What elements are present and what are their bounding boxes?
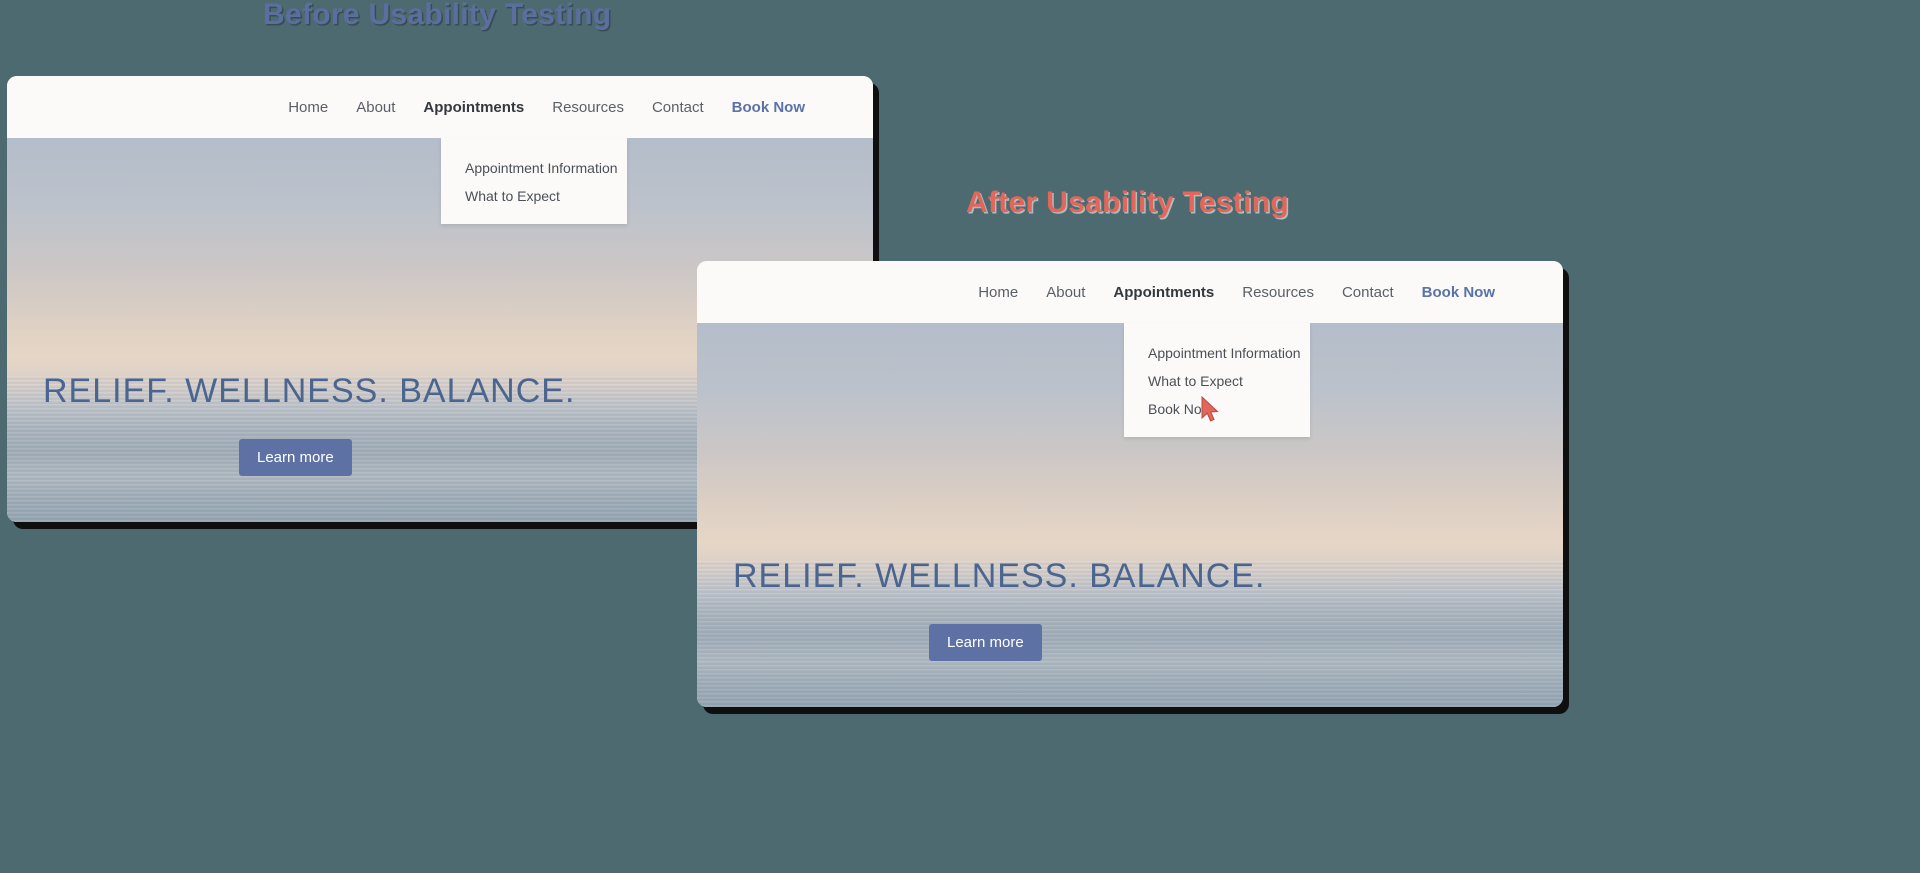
appointments-dropdown-before: Appointment Information What to Expect: [441, 138, 627, 224]
dropdown-item-appointment-information[interactable]: Appointment Information: [1124, 339, 1310, 367]
hero-content-after: RELIEF. WELLNESS. BALANCE. Learn more: [697, 557, 1563, 661]
hero-title: RELIEF. WELLNESS. BALANCE.: [43, 372, 576, 410]
nav-list-before: Home About Appointments Resources Contac…: [288, 99, 805, 116]
nav-item-contact[interactable]: Contact: [1342, 284, 1394, 301]
navbar-before: Home About Appointments Resources Contac…: [7, 76, 873, 138]
learn-more-button[interactable]: Learn more: [929, 624, 1042, 661]
nav-item-home[interactable]: Home: [288, 99, 328, 116]
hero-content-before: RELIEF. WELLNESS. BALANCE. Learn more: [7, 372, 873, 476]
dropdown-item-what-to-expect[interactable]: What to Expect: [1124, 367, 1310, 395]
dropdown-item-book-now[interactable]: Book Now: [1124, 395, 1310, 423]
nav-item-about[interactable]: About: [1046, 284, 1085, 301]
nav-item-resources[interactable]: Resources: [1242, 284, 1314, 301]
nav-list-after: Home About Appointments Resources Contac…: [978, 284, 1495, 301]
nav-item-book-now[interactable]: Book Now: [732, 99, 805, 116]
nav-item-home[interactable]: Home: [978, 284, 1018, 301]
nav-item-appointments[interactable]: Appointments: [423, 99, 524, 116]
nav-item-about[interactable]: About: [356, 99, 395, 116]
browser-window-after: Home About Appointments Resources Contac…: [697, 261, 1563, 707]
learn-more-button[interactable]: Learn more: [239, 439, 352, 476]
nav-item-contact[interactable]: Contact: [652, 99, 704, 116]
caption-before-usability-testing: Before Usability Testing: [263, 0, 612, 31]
nav-item-book-now[interactable]: Book Now: [1422, 284, 1495, 301]
nav-item-resources[interactable]: Resources: [552, 99, 624, 116]
caption-after-usability-testing: After Usability Testing: [966, 186, 1290, 219]
hero-title: RELIEF. WELLNESS. BALANCE.: [733, 557, 1266, 595]
appointments-dropdown-after: Appointment Information What to Expect B…: [1124, 323, 1310, 437]
nav-item-appointments[interactable]: Appointments: [1113, 284, 1214, 301]
navbar-after: Home About Appointments Resources Contac…: [697, 261, 1563, 323]
dropdown-item-appointment-information[interactable]: Appointment Information: [441, 154, 627, 182]
dropdown-item-what-to-expect[interactable]: What to Expect: [441, 182, 627, 210]
